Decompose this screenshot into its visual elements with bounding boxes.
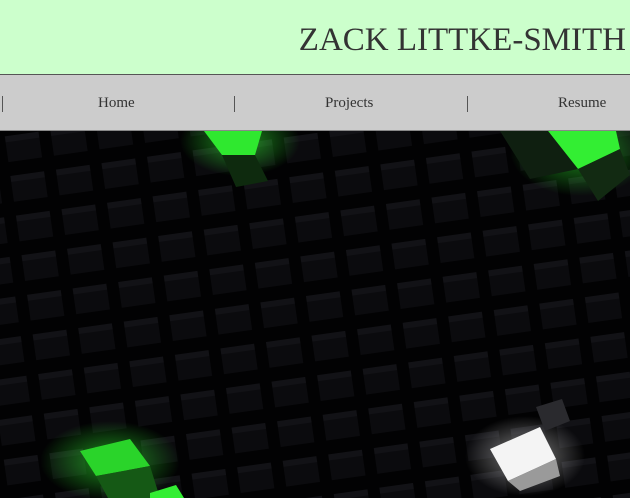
site-title: ZACK LITTKE-SMITH: [298, 22, 626, 58]
hero-background-image: [0, 131, 630, 498]
nav-link-projects[interactable]: Projects: [325, 94, 373, 112]
cube-grid-artwork: [0, 131, 630, 498]
site-header: ZACK LITTKE-SMITH: [0, 0, 630, 75]
nav-link-home[interactable]: Home: [98, 94, 135, 112]
nav-link-resume[interactable]: Resume: [558, 94, 606, 112]
nav-separator: [2, 96, 3, 112]
nav-bar: Home Projects Resume: [0, 75, 630, 131]
nav-separator: [467, 96, 468, 112]
nav-separator: [234, 96, 235, 112]
page: ZACK LITTKE-SMITH Home Projects Resume: [0, 0, 630, 498]
